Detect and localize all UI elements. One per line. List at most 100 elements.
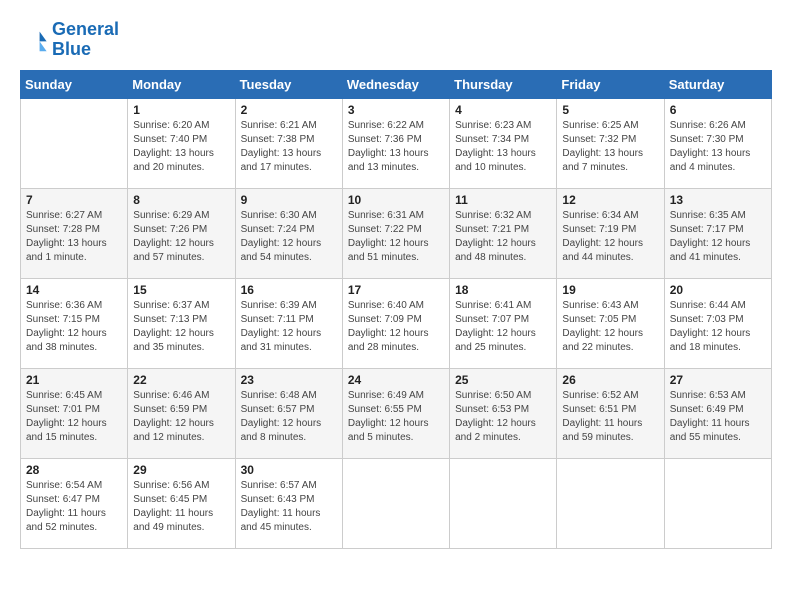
logo-icon [20,26,48,54]
day-number: 12 [562,193,658,207]
day-info: Sunrise: 6:29 AM Sunset: 7:26 PM Dayligh… [133,209,229,265]
calendar-cell: 25 Sunrise: 6:50 AM Sunset: 6:53 PM Dayli… [450,368,557,458]
day-number: 20 [670,283,766,297]
day-number: 13 [670,193,766,207]
day-number: 7 [26,193,122,207]
day-info: Sunrise: 6:48 AM Sunset: 6:57 PM Dayligh… [241,389,337,445]
day-number: 10 [348,193,444,207]
day-info: Sunrise: 6:27 AM Sunset: 7:28 PM Dayligh… [26,209,122,265]
weekday-header: Monday [128,70,235,98]
day-number: 6 [670,103,766,117]
day-number: 18 [455,283,551,297]
day-number: 27 [670,373,766,387]
day-info: Sunrise: 6:41 AM Sunset: 7:07 PM Dayligh… [455,299,551,355]
calendar-cell: 21 Sunrise: 6:45 AM Sunset: 7:01 PM Dayli… [21,368,128,458]
day-info: Sunrise: 6:44 AM Sunset: 7:03 PM Dayligh… [670,299,766,355]
day-info: Sunrise: 6:43 AM Sunset: 7:05 PM Dayligh… [562,299,658,355]
day-number: 3 [348,103,444,117]
calendar-cell: 9 Sunrise: 6:30 AM Sunset: 7:24 PM Daylig… [235,188,342,278]
calendar-cell: 1 Sunrise: 6:20 AM Sunset: 7:40 PM Daylig… [128,98,235,188]
calendar-cell: 19 Sunrise: 6:43 AM Sunset: 7:05 PM Dayli… [557,278,664,368]
calendar-cell: 16 Sunrise: 6:39 AM Sunset: 7:11 PM Dayli… [235,278,342,368]
day-info: Sunrise: 6:21 AM Sunset: 7:38 PM Dayligh… [241,119,337,175]
day-number: 21 [26,373,122,387]
day-info: Sunrise: 6:57 AM Sunset: 6:43 PM Dayligh… [241,479,337,535]
calendar-cell: 28 Sunrise: 6:54 AM Sunset: 6:47 PM Dayli… [21,458,128,548]
calendar-cell: 6 Sunrise: 6:26 AM Sunset: 7:30 PM Daylig… [664,98,771,188]
weekday-header: Tuesday [235,70,342,98]
calendar-week-row: 7 Sunrise: 6:27 AM Sunset: 7:28 PM Daylig… [21,188,772,278]
calendar-cell: 29 Sunrise: 6:56 AM Sunset: 6:45 PM Dayli… [128,458,235,548]
day-number: 17 [348,283,444,297]
day-info: Sunrise: 6:49 AM Sunset: 6:55 PM Dayligh… [348,389,444,445]
day-number: 1 [133,103,229,117]
day-number: 25 [455,373,551,387]
day-info: Sunrise: 6:56 AM Sunset: 6:45 PM Dayligh… [133,479,229,535]
page-header: General Blue [20,20,772,60]
day-number: 30 [241,463,337,477]
calendar-cell: 3Sunrise: 6:22 AM Sunset: 7:36 PM Daylig… [342,98,449,188]
day-number: 19 [562,283,658,297]
day-info: Sunrise: 6:54 AM Sunset: 6:47 PM Dayligh… [26,479,122,535]
calendar-cell [450,458,557,548]
day-info: Sunrise: 6:20 AM Sunset: 7:40 PM Dayligh… [133,119,229,175]
day-number: 8 [133,193,229,207]
day-number: 28 [26,463,122,477]
day-info: Sunrise: 6:37 AM Sunset: 7:13 PM Dayligh… [133,299,229,355]
calendar-cell: 27Sunrise: 6:53 AM Sunset: 6:49 PM Dayli… [664,368,771,458]
day-info: Sunrise: 6:25 AM Sunset: 7:32 PM Dayligh… [562,119,658,175]
day-number: 26 [562,373,658,387]
day-number: 16 [241,283,337,297]
calendar-cell: 30 Sunrise: 6:57 AM Sunset: 6:43 PM Dayli… [235,458,342,548]
calendar-cell: 24 Sunrise: 6:49 AM Sunset: 6:55 PM Dayli… [342,368,449,458]
day-number: 9 [241,193,337,207]
day-info: Sunrise: 6:34 AM Sunset: 7:19 PM Dayligh… [562,209,658,265]
day-info: Sunrise: 6:40 AM Sunset: 7:09 PM Dayligh… [348,299,444,355]
weekday-header: Wednesday [342,70,449,98]
day-info: Sunrise: 6:35 AM Sunset: 7:17 PM Dayligh… [670,209,766,265]
calendar-week-row: 21 Sunrise: 6:45 AM Sunset: 7:01 PM Dayli… [21,368,772,458]
calendar-cell: 22Sunrise: 6:46 AM Sunset: 6:59 PM Dayli… [128,368,235,458]
day-info: Sunrise: 6:39 AM Sunset: 7:11 PM Dayligh… [241,299,337,355]
day-number: 14 [26,283,122,297]
day-info: Sunrise: 6:50 AM Sunset: 6:53 PM Dayligh… [455,389,551,445]
calendar-cell: 15 Sunrise: 6:37 AM Sunset: 7:13 PM Dayli… [128,278,235,368]
weekday-header: Thursday [450,70,557,98]
calendar-table: SundayMondayTuesdayWednesdayThursdayFrid… [20,70,772,549]
day-number: 5 [562,103,658,117]
calendar-cell: 26 Sunrise: 6:52 AM Sunset: 6:51 PM Dayli… [557,368,664,458]
calendar-cell [342,458,449,548]
day-info: Sunrise: 6:30 AM Sunset: 7:24 PM Dayligh… [241,209,337,265]
day-number: 24 [348,373,444,387]
calendar-cell: 23Sunrise: 6:48 AM Sunset: 6:57 PM Dayli… [235,368,342,458]
day-info: Sunrise: 6:23 AM Sunset: 7:34 PM Dayligh… [455,119,551,175]
weekday-header: Friday [557,70,664,98]
day-number: 2 [241,103,337,117]
logo-text: General Blue [52,20,119,60]
weekday-header: Saturday [664,70,771,98]
day-number: 29 [133,463,229,477]
day-info: Sunrise: 6:46 AM Sunset: 6:59 PM Dayligh… [133,389,229,445]
day-info: Sunrise: 6:26 AM Sunset: 7:30 PM Dayligh… [670,119,766,175]
day-info: Sunrise: 6:31 AM Sunset: 7:22 PM Dayligh… [348,209,444,265]
calendar-cell: 8 Sunrise: 6:29 AM Sunset: 7:26 PM Daylig… [128,188,235,278]
day-number: 15 [133,283,229,297]
day-number: 11 [455,193,551,207]
calendar-cell: 18 Sunrise: 6:41 AM Sunset: 7:07 PM Dayli… [450,278,557,368]
day-info: Sunrise: 6:36 AM Sunset: 7:15 PM Dayligh… [26,299,122,355]
calendar-cell [21,98,128,188]
day-info: Sunrise: 6:52 AM Sunset: 6:51 PM Dayligh… [562,389,658,445]
calendar-cell: 2 Sunrise: 6:21 AM Sunset: 7:38 PM Daylig… [235,98,342,188]
logo: General Blue [20,20,119,60]
day-info: Sunrise: 6:45 AM Sunset: 7:01 PM Dayligh… [26,389,122,445]
calendar-cell [557,458,664,548]
calendar-week-row: 1 Sunrise: 6:20 AM Sunset: 7:40 PM Daylig… [21,98,772,188]
calendar-cell: 17 Sunrise: 6:40 AM Sunset: 7:09 PM Dayli… [342,278,449,368]
day-number: 4 [455,103,551,117]
calendar-week-row: 14 Sunrise: 6:36 AM Sunset: 7:15 PM Dayli… [21,278,772,368]
calendar-cell: 5 Sunrise: 6:25 AM Sunset: 7:32 PM Daylig… [557,98,664,188]
day-info: Sunrise: 6:32 AM Sunset: 7:21 PM Dayligh… [455,209,551,265]
calendar-cell: 12 Sunrise: 6:34 AM Sunset: 7:19 PM Dayli… [557,188,664,278]
calendar-cell: 13 Sunrise: 6:35 AM Sunset: 7:17 PM Dayli… [664,188,771,278]
weekday-header: Sunday [21,70,128,98]
